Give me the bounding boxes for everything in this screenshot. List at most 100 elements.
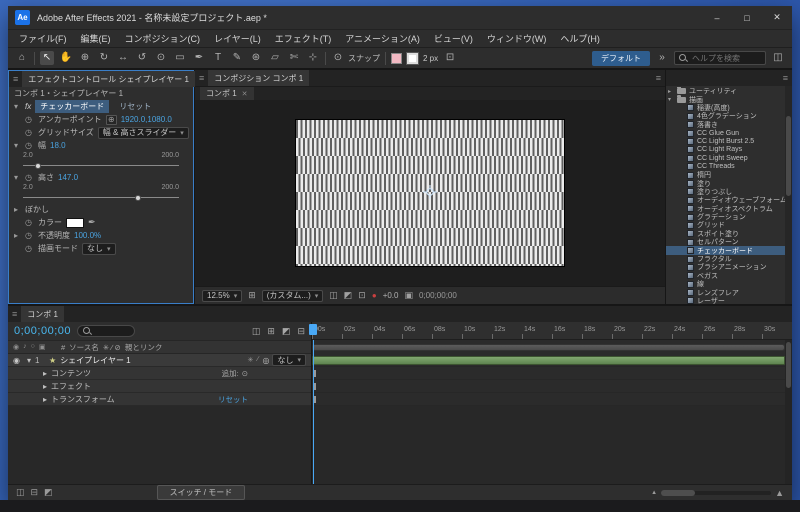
stopwatch-icon[interactable]: ◷ xyxy=(25,218,34,227)
rotate-tool-icon[interactable]: ↺ xyxy=(135,51,149,65)
eraser-tool-icon[interactable]: ▱ xyxy=(268,51,282,65)
stopwatch-icon[interactable]: ◷ xyxy=(25,141,34,150)
preview-timecode[interactable]: 0;00;00;00 xyxy=(419,291,457,300)
effects-list-item[interactable]: ▾ 描画 xyxy=(666,95,785,103)
frame-blend-icon[interactable]: ◩ xyxy=(282,326,291,337)
twirl-open-icon[interactable]: ▾ xyxy=(14,141,21,150)
grid-guides-icon[interactable]: ⊞ xyxy=(248,290,256,301)
menu-item[interactable]: アニメーション(A) xyxy=(338,32,427,45)
current-time-indicator[interactable] xyxy=(313,340,314,484)
time-ruler[interactable]: 00s02s04s06s08s10s12s14s16s18s20s22s24s2… xyxy=(312,322,792,340)
effects-list-item[interactable]: フラクタル xyxy=(666,255,785,263)
group-row-effects[interactable]: ▸ エフェクト xyxy=(8,380,311,393)
effects-list-item[interactable]: ベガス xyxy=(666,272,785,280)
scrollbar-thumb[interactable] xyxy=(786,342,791,388)
effects-list-item[interactable]: CC Light Sweep xyxy=(666,154,785,162)
layer-duration-bar[interactable] xyxy=(312,356,785,365)
anchor-value[interactable]: 1920.0,1080.0 xyxy=(121,115,172,124)
viewer-tab[interactable]: コンポ 1 ✕ xyxy=(200,87,254,100)
tab-comp-1[interactable]: コンポ 1 xyxy=(21,306,64,322)
channel-icon[interactable]: ● xyxy=(372,291,377,300)
tab-composition[interactable]: コンポジション コンポ 1 xyxy=(208,70,309,86)
group-label[interactable]: エフェクト xyxy=(51,381,91,392)
work-area-bar[interactable] xyxy=(312,344,785,351)
effect-header-row[interactable]: ▾ fx チェッカーボード リセット xyxy=(9,100,193,113)
panel-menu-icon[interactable]: ≡ xyxy=(783,73,788,83)
effects-list-item[interactable]: グラデーション xyxy=(666,213,785,221)
transparency-grid-icon[interactable]: ◩ xyxy=(344,290,353,301)
effects-list-item[interactable]: 稲妻(高度) xyxy=(666,104,785,112)
hand-tool-icon[interactable]: ✋ xyxy=(59,51,73,65)
color-swatch[interactable] xyxy=(66,218,84,228)
effects-list-item[interactable]: ブラシアニメーション xyxy=(666,263,785,271)
menu-item[interactable]: ビュー(V) xyxy=(427,32,480,45)
effects-list-item[interactable]: CC Threads xyxy=(666,163,785,171)
width-slider[interactable] xyxy=(23,161,179,171)
expand-inout-icon[interactable]: ◩ xyxy=(44,487,53,498)
pen-tool-icon[interactable]: ✒ xyxy=(192,51,206,65)
effects-list-item[interactable]: オーディオスペクトラム xyxy=(666,204,785,212)
group-label[interactable]: トランスフォーム xyxy=(51,394,115,405)
group-label[interactable]: コンテンツ xyxy=(51,368,91,379)
menu-item[interactable]: コンポジション(C) xyxy=(118,32,208,45)
switch-icon[interactable]: ∕ xyxy=(257,356,258,364)
effects-list-item[interactable]: スポイト塗り xyxy=(666,230,785,238)
draft-3d-icon[interactable]: ⊞ xyxy=(267,326,275,337)
minimize-button[interactable]: – xyxy=(702,6,732,29)
menu-item[interactable]: ウィンドウ(W) xyxy=(480,32,554,45)
eyedropper-icon[interactable]: ✒ xyxy=(88,217,96,228)
current-timecode[interactable]: 0;00;00;00 xyxy=(14,325,71,337)
home-icon[interactable]: ⌂ xyxy=(15,51,29,65)
expand-layer-switches-icon[interactable]: ◫ xyxy=(16,487,25,498)
effects-list-item[interactable]: 塗りつぶし xyxy=(666,188,785,196)
group-row-transform[interactable]: ▸ トランスフォーム リセット xyxy=(8,393,311,406)
stroke-width-value[interactable]: 2 px xyxy=(423,54,438,63)
effect-anchor-point[interactable] xyxy=(423,185,437,201)
twirl-closed-icon[interactable]: ▸ xyxy=(43,382,47,391)
close-button[interactable]: ✕ xyxy=(762,6,792,29)
twirl-icon[interactable]: ▸ xyxy=(668,88,674,95)
effects-list-item[interactable]: チェッカーボード xyxy=(666,246,785,254)
source-name-column-header[interactable]: ソース名 xyxy=(69,342,99,353)
close-icon[interactable]: ✕ xyxy=(242,90,248,98)
clone-stamp-tool-icon[interactable]: ⊛ xyxy=(249,51,263,65)
stroke-color-swatch[interactable] xyxy=(407,53,418,64)
fill-color-swatch[interactable] xyxy=(391,53,402,64)
timeline-search-input[interactable] xyxy=(95,328,135,335)
menu-item[interactable]: ヘルプ(H) xyxy=(553,32,607,45)
effects-list-item[interactable]: レーザー xyxy=(666,297,785,304)
pan-behind-tool-icon[interactable]: ⊙ xyxy=(154,51,168,65)
expand-transfer-icon[interactable]: ⊟ xyxy=(31,487,39,498)
effect-reset-link[interactable]: リセット xyxy=(119,101,151,112)
type-tool-icon[interactable]: T xyxy=(211,51,225,65)
timeline-scrollbar[interactable] xyxy=(785,340,792,484)
menu-item[interactable]: レイヤー(L) xyxy=(207,32,268,45)
mask-visibility-icon[interactable]: ⊡ xyxy=(358,290,366,301)
panel-menu-icon[interactable]: ≡ xyxy=(656,73,661,83)
effects-list-item[interactable]: CC Glue Gun xyxy=(666,129,785,137)
height-slider[interactable] xyxy=(23,193,179,203)
effects-list-item[interactable]: 線 xyxy=(666,280,785,288)
effects-scrollbar[interactable] xyxy=(785,86,792,304)
audio-column-icon[interactable]: ♪ xyxy=(23,343,27,351)
effects-list-item[interactable]: レンズフレア xyxy=(666,288,785,296)
parent-link-column-header[interactable]: 親とリンク xyxy=(125,342,163,353)
stopwatch-icon[interactable]: ◷ xyxy=(25,115,34,124)
in-point-marker[interactable] xyxy=(314,396,316,403)
shape-options-icon[interactable]: ⊡ xyxy=(443,51,457,65)
effects-list-item[interactable]: グリッド xyxy=(666,221,785,229)
comp-mini-flowchart-icon[interactable]: ◫ xyxy=(252,326,261,337)
orbit-camera-tool-icon[interactable]: ↻ xyxy=(97,51,111,65)
twirl-open-icon[interactable]: ▾ xyxy=(27,356,31,365)
menu-item[interactable]: ファイル(F) xyxy=(12,32,74,45)
pan-camera-tool-icon[interactable]: ↔ xyxy=(116,51,130,65)
panel-layout-icon[interactable]: ◫ xyxy=(771,51,785,65)
workspace-default-button[interactable]: デフォルト xyxy=(592,51,650,66)
menu-item[interactable]: 編集(E) xyxy=(74,32,118,45)
panel-menu-icon[interactable]: ≡ xyxy=(13,74,18,84)
twirl-closed-icon[interactable]: ▸ xyxy=(43,395,47,404)
eye-column-icon[interactable]: ◉ xyxy=(13,343,19,351)
stopwatch-icon[interactable]: ◷ xyxy=(25,231,34,240)
zoom-level-dropdown[interactable]: 12.5% ▾ xyxy=(202,290,242,302)
height-value[interactable]: 147.0 xyxy=(58,173,78,182)
